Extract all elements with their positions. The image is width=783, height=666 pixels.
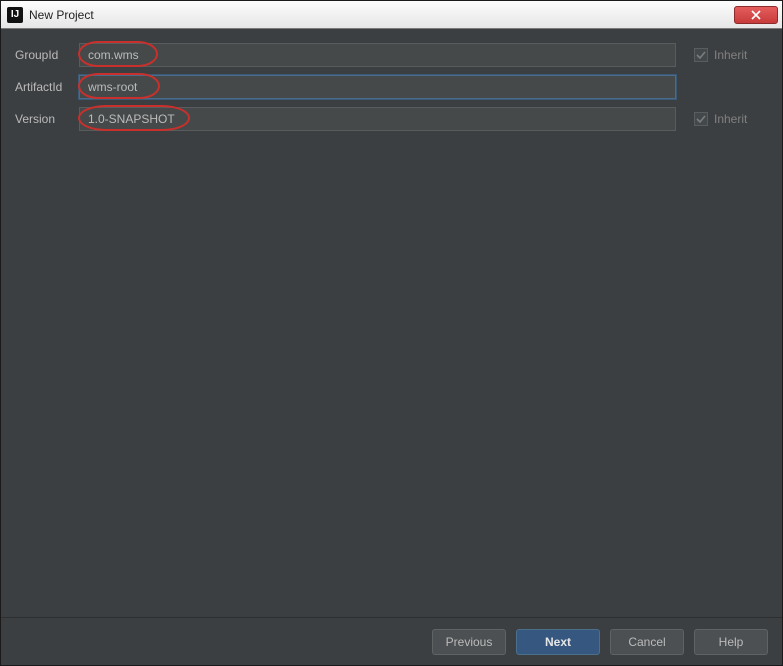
groupid-inherit[interactable]: Inherit — [694, 48, 768, 62]
close-icon — [751, 10, 761, 20]
groupid-field-wrap — [79, 43, 676, 67]
checkbox-icon — [694, 48, 708, 62]
new-project-dialog: IJ New Project GroupId Inherit ArtifactI… — [0, 0, 783, 666]
close-button[interactable] — [734, 6, 778, 24]
cancel-button[interactable]: Cancel — [610, 629, 684, 655]
groupid-row: GroupId Inherit — [15, 43, 768, 67]
inherit-label: Inherit — [714, 48, 747, 62]
artifactid-label: ArtifactId — [15, 80, 79, 94]
version-input[interactable] — [79, 107, 676, 131]
app-icon: IJ — [7, 7, 23, 23]
groupid-label: GroupId — [15, 48, 79, 62]
artifactid-field-wrap — [79, 75, 676, 99]
version-row: Version Inherit — [15, 107, 768, 131]
next-button[interactable]: Next — [516, 629, 600, 655]
titlebar: IJ New Project — [1, 1, 782, 29]
version-field-wrap — [79, 107, 676, 131]
version-inherit[interactable]: Inherit — [694, 112, 768, 126]
artifactid-input[interactable] — [79, 75, 676, 99]
checkbox-icon — [694, 112, 708, 126]
button-bar: Previous Next Cancel Help — [1, 617, 782, 665]
help-button[interactable]: Help — [694, 629, 768, 655]
form-content: GroupId Inherit ArtifactId Version — [1, 29, 782, 617]
artifactid-row: ArtifactId — [15, 75, 768, 99]
groupid-input[interactable] — [79, 43, 676, 67]
previous-button[interactable]: Previous — [432, 629, 506, 655]
version-label: Version — [15, 112, 79, 126]
inherit-label: Inherit — [714, 112, 747, 126]
window-title: New Project — [29, 8, 734, 22]
